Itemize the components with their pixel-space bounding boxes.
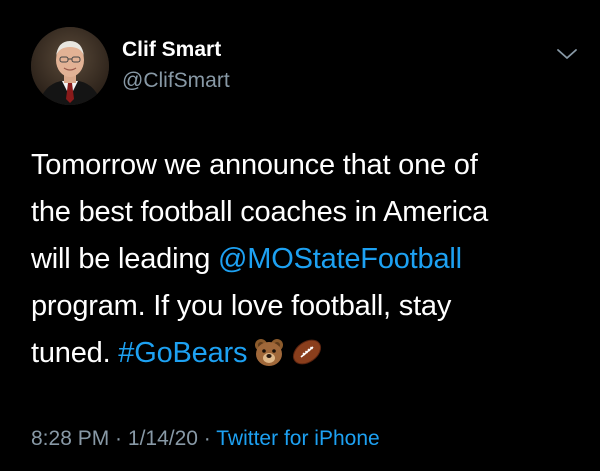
- mention-link[interactable]: @MOStateFootball: [218, 243, 462, 275]
- tweet-card: Clif Smart @ClifSmart Tomorrow we announ…: [0, 0, 600, 471]
- football-emoji-icon: [291, 335, 323, 365]
- hashtag-link[interactable]: #GoBears: [118, 337, 247, 369]
- bear-emoji-icon: [253, 335, 285, 366]
- author-handle[interactable]: @ClifSmart: [122, 69, 230, 93]
- tweet-line: program. If you love football, stay: [31, 290, 452, 322]
- tweet-line: Tomorrow we announce that one of: [31, 149, 478, 181]
- chevron-down-icon[interactable]: [556, 46, 578, 62]
- author-name[interactable]: Clif Smart: [122, 38, 221, 62]
- tweet-text-segment: will be leading: [31, 243, 219, 275]
- separator: ·: [109, 427, 128, 450]
- tweet-line: tuned. #GoBears: [31, 330, 591, 377]
- tweet-time[interactable]: 8:28 PM: [31, 427, 109, 450]
- tweet-meta: 8:28 PM · 1/14/20 · Twitter for iPhone: [31, 427, 380, 451]
- tweet-line: will be leading @MOStateFootball: [31, 236, 591, 283]
- tweet-line: the best football coaches in America: [31, 196, 489, 228]
- tweet-text: Tomorrow we announce that one of the bes…: [31, 142, 591, 377]
- tweet-source-link[interactable]: Twitter for iPhone: [216, 427, 379, 450]
- separator: ·: [197, 427, 217, 450]
- tweet-date[interactable]: 1/14/20: [128, 427, 198, 450]
- avatar[interactable]: [31, 27, 109, 105]
- tweet-text-segment: tuned.: [31, 337, 119, 369]
